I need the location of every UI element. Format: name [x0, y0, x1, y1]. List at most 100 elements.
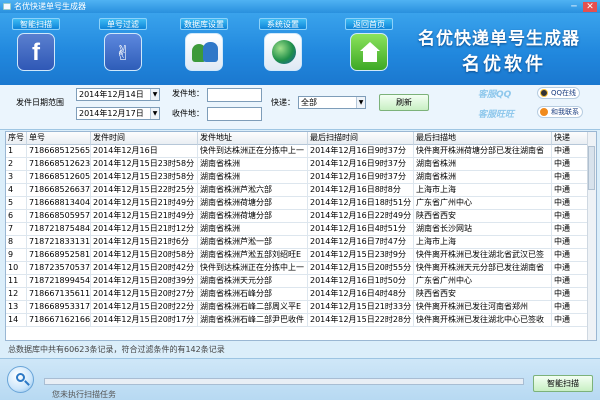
table-row[interactable]: 10 718723570537 2014年12月15日20时42分 快件到达株洲正在分… — [6, 262, 589, 275]
qq-online-button[interactable]: QQ在线 — [537, 87, 581, 99]
table-cell: 3 — [6, 171, 27, 184]
column-header[interactable]: 单号 — [27, 132, 91, 145]
table-cell: 湖南省株洲石峰二部周义平E — [198, 301, 308, 314]
table-cell: 718668512605 — [27, 171, 91, 184]
table-row[interactable]: 4 718668526637 2014年12月15日22时25分 湖南省株洲芦淞六部 2… — [6, 184, 589, 197]
column-header[interactable]: 发件时间 — [91, 132, 198, 145]
table-cell: 2014年12月15日20时39分 — [91, 275, 198, 288]
table-row[interactable]: 13 718668953317 2014年12月15日20时22分 湖南省株洲石峰二部… — [6, 301, 589, 314]
table-cell: 2 — [6, 158, 27, 171]
table-cell: 2014年12月15日20时42分 — [91, 262, 198, 275]
table-row[interactable]: 3 718668512605 2014年12月15日23时58分 湖南省株洲 2014年… — [6, 171, 589, 184]
table-cell: 中通 — [552, 301, 589, 314]
nav-database-settings[interactable]: 数据库设置 — [178, 18, 230, 80]
destination-input[interactable] — [207, 107, 262, 121]
table-cell: 中通 — [552, 223, 589, 236]
search-icon — [7, 366, 34, 393]
smart-scan-button[interactable]: 智能扫描 — [533, 375, 593, 392]
table-cell: 2014年12月15日20时27分 — [91, 288, 198, 301]
refresh-button[interactable]: 刷新 — [379, 94, 429, 111]
column-header[interactable]: 快递 — [552, 132, 589, 145]
table-cell: 718721833131 — [27, 236, 91, 249]
table-cell: 快件离开株洲已发往湖北中心已签收 — [414, 314, 552, 327]
table-cell: 湖南省株洲 — [198, 171, 308, 184]
support-qq-label: 客服QQ — [478, 90, 512, 100]
table-row[interactable]: 6 718668505957 2014年12月15日21时49分 湖南省株洲荷塘分部 2… — [6, 210, 589, 223]
table-row[interactable]: 7 718721875484 2014年12月15日21时12分 湖南省株洲 2014年… — [6, 223, 589, 236]
table-row[interactable]: 1 718668512565 2014年12月16日 快件到达株洲正在分拣中上一 201… — [6, 145, 589, 158]
nav-home-label: 返回首页 — [345, 18, 393, 30]
users-icon — [185, 33, 223, 71]
tracking-table: 序号 单号 发件时间 发件地址 最后扫描时间 最后扫描地 快递 1 718668512565 20… — [5, 131, 597, 341]
table-cell: 2014年12月15日22时28分 — [308, 314, 414, 327]
origin-input[interactable] — [207, 88, 262, 102]
table-cell: 718668505957 — [27, 210, 91, 223]
date-to-picker[interactable]: 2014年12月17日 ▼ — [76, 107, 160, 120]
express-select[interactable]: 全部 ▼ — [298, 96, 366, 109]
nav-smart-scan[interactable]: 智能扫描 f — [10, 18, 62, 80]
date-from-picker[interactable]: 2014年12月14日 ▼ — [76, 88, 160, 101]
scan-panel: 您未执行扫描任务 智能扫描 — [0, 358, 600, 400]
scan-status-text: 您未执行扫描任务 — [52, 390, 116, 399]
table-cell: 5 — [6, 197, 27, 210]
table-row[interactable]: 14 718667162166 2014年12月15日20时17分 湖南省株洲石峰二部… — [6, 314, 589, 327]
table-row[interactable]: 5 718668813404 2014年12月15日21时49分 湖南省株洲荷塘分部 2… — [6, 197, 589, 210]
table-row[interactable]: 12 718667135611 2014年12月15日20时27分 湖南省株洲石峰分部… — [6, 288, 589, 301]
table-cell: 快件到达株洲正在分拣中上一 — [198, 145, 308, 158]
brand-subtitle: 名优软件 — [462, 54, 546, 75]
chevron-down-icon: ▼ — [356, 97, 365, 108]
destination-label: 收件地： — [172, 109, 204, 118]
column-header[interactable]: 发件地址 — [198, 132, 308, 145]
column-header[interactable]: 最后扫描地 — [414, 132, 552, 145]
qq-icon — [540, 89, 548, 97]
support-ww-label: 客服旺旺 — [478, 110, 515, 120]
table-cell: 2014年12月15日21时6分 — [91, 236, 198, 249]
column-header[interactable]: 序号 — [6, 132, 27, 145]
table-cell: 2014年12月16日7时47分 — [308, 236, 414, 249]
nav-system-settings[interactable]: 系统设置 — [257, 18, 309, 80]
table-cell: 中通 — [552, 171, 589, 184]
table-cell: 718668813404 — [27, 197, 91, 210]
nav-home[interactable]: 返回首页 — [343, 18, 395, 80]
table-cell: 2014年12月15日23时58分 — [91, 171, 198, 184]
table-cell: 陕西省西安 — [414, 210, 552, 223]
table-cell: 1 — [6, 145, 27, 158]
vertical-scrollbar[interactable] — [587, 132, 596, 340]
table-cell: 2014年12月16日4时51分 — [308, 223, 414, 236]
table-row[interactable]: 9 718668952581 2014年12月15日20时58分 湖南省株洲芦淞五部刘… — [6, 249, 589, 262]
table-cell: 6 — [6, 210, 27, 223]
wangwang-button[interactable]: 和我联系 — [537, 106, 583, 118]
table-row[interactable]: 8 718721833131 2014年12月15日21时6分 湖南省株洲芦淞一部 20… — [6, 236, 589, 249]
origin-label: 发件地： — [172, 89, 204, 98]
table-cell: 718668953317 — [27, 301, 91, 314]
nav-database-settings-label: 数据库设置 — [180, 18, 228, 30]
table-cell: 快件离开株洲已发往湖北省武汉已签 — [414, 249, 552, 262]
table-cell: 2014年12月15日23时58分 — [91, 158, 198, 171]
table-row[interactable]: 11 718721899454 2014年12月15日20时39分 湖南省株洲天元分部… — [6, 275, 589, 288]
home-icon — [350, 33, 388, 71]
table-cell: 2014年12月15日20时58分 — [91, 249, 198, 262]
window-controls: ─ ✕ — [567, 0, 597, 13]
close-button[interactable]: ✕ — [583, 1, 597, 12]
table-cell: 12 — [6, 288, 27, 301]
table-cell: 718723570537 — [27, 262, 91, 275]
table-cell: 2014年12月16日8时8分 — [308, 184, 414, 197]
scrollbar-thumb[interactable] — [588, 146, 595, 190]
table-cell: 湖南省株洲荷塘分部 — [198, 210, 308, 223]
nav-number-filter-label: 单号过滤 — [99, 18, 147, 30]
record-summary: 总数据库中共有60623条记录，符合过滤条件的有142条记录 — [8, 345, 225, 354]
app-window: 名优快递单号生成器 ─ ✕ 智能扫描 f 单号过滤 ✌ 数据库设置 系统设置 返… — [0, 0, 600, 400]
table-cell: 2014年12月16日9时37分 — [308, 145, 414, 158]
table-cell: 中通 — [552, 314, 589, 327]
table-cell: 上海市上海 — [414, 236, 552, 249]
column-header[interactable]: 最后扫描时间 — [308, 132, 414, 145]
table-cell: 湖南省株洲天元分部 — [198, 275, 308, 288]
date-range-label: 发件日期范围 — [16, 98, 64, 107]
header-banner: 智能扫描 f 单号过滤 ✌ 数据库设置 系统设置 返回首页 名优快递单号生成器 … — [0, 13, 600, 85]
table-cell: 2014年12月16日9时37分 — [308, 158, 414, 171]
table-cell: 2014年12月16日1时50分 — [308, 275, 414, 288]
nav-number-filter[interactable]: 单号过滤 ✌ — [97, 18, 149, 80]
table-cell: 2014年12月15日20时17分 — [91, 314, 198, 327]
table-row[interactable]: 2 718668512623 2014年12月15日23时58分 湖南省株洲 2014年… — [6, 158, 589, 171]
minimize-button[interactable]: ─ — [567, 2, 581, 12]
